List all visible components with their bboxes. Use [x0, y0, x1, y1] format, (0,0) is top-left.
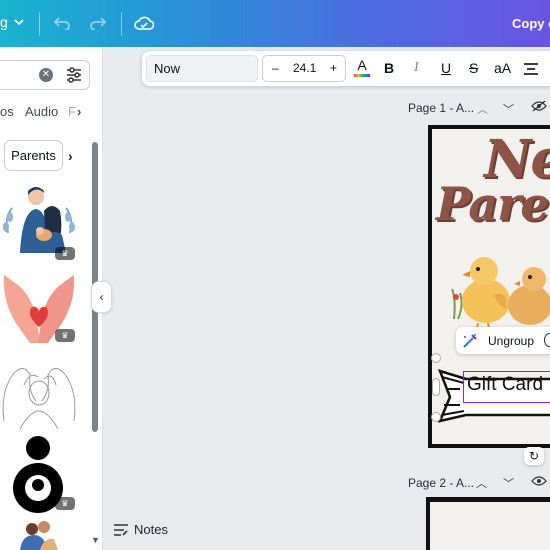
underline-button[interactable]: U — [441, 60, 451, 76]
top-bar: g Copy o — [0, 0, 550, 47]
chicks-illustration[interactable] — [448, 249, 550, 335]
text-color-letter: A — [357, 57, 367, 73]
italic-button[interactable]: I — [414, 60, 419, 76]
font-size-input[interactable]: 24.1 — [293, 61, 316, 75]
clear-search-icon[interactable]: ✕ — [39, 68, 53, 82]
resize-menu[interactable]: g — [0, 14, 24, 30]
scroll-down-icon[interactable]: ▼ — [91, 535, 100, 545]
tab-more[interactable]: F — [68, 104, 76, 119]
filter-icon[interactable] — [64, 65, 84, 85]
divider — [39, 12, 40, 36]
align-center-icon[interactable] — [524, 62, 538, 78]
divider — [121, 12, 122, 36]
resize-menu-label: g — [0, 14, 8, 30]
text-color-swatch — [354, 74, 370, 77]
decrease-font-size-button[interactable]: – — [272, 61, 279, 75]
ungroup-button[interactable]: Ungroup — [456, 327, 550, 354]
graphic-family-partial[interactable] — [14, 517, 64, 550]
design-background — [430, 502, 550, 550]
design-title[interactable]: Copy o — [512, 16, 550, 31]
resize-handle[interactable] — [431, 412, 441, 422]
font-family-select[interactable]: Now — [146, 55, 258, 82]
resize-handle[interactable] — [432, 378, 440, 396]
premium-crown-icon: ♛ — [55, 329, 75, 342]
notes-label: Notes — [134, 522, 168, 537]
resize-handle[interactable] — [431, 353, 441, 363]
rotate-handle-icon[interactable]: ↻ — [524, 447, 544, 465]
chevron-down-icon — [14, 19, 24, 26]
notes-icon — [114, 523, 128, 536]
notes-button[interactable]: Notes — [114, 522, 168, 537]
more-options-icon[interactable] — [544, 333, 550, 347]
gift-card-text[interactable]: Gift Card — [467, 374, 543, 396]
page-1-label[interactable]: Page 1 - A... — [408, 101, 474, 115]
move-page-up-icon[interactable]: ︿ — [476, 475, 487, 491]
elements-panel: ✕ os Audio F › Parents › ♛ ♛ ♛ ▼ — [0, 47, 103, 550]
page-2-canvas[interactable] — [426, 497, 550, 550]
hide-page-icon[interactable] — [531, 100, 547, 115]
bold-button[interactable]: B — [384, 60, 394, 76]
premium-crown-icon: ♛ — [55, 247, 75, 260]
page-2-label[interactable]: Page 2 - A... — [408, 476, 474, 490]
tab-audio[interactable]: Audio — [25, 104, 58, 119]
hide-page-icon[interactable] — [531, 475, 547, 490]
cloud-saved-icon[interactable] — [133, 12, 155, 34]
move-page-up-icon[interactable]: ︿ — [477, 101, 488, 117]
move-page-down-icon[interactable]: ﹀ — [503, 101, 514, 117]
text-color-button[interactable]: A — [354, 57, 370, 77]
redo-icon[interactable] — [87, 12, 109, 34]
premium-crown-icon: ♛ — [55, 497, 75, 510]
graphic-parents-holding-baby[interactable] — [0, 183, 78, 257]
text-toolbar: Now – 24.1 + A B I U S aA — [142, 51, 550, 86]
graphic-line-art-hands[interactable] — [0, 351, 78, 431]
design-title-line-2[interactable]: Pare — [436, 177, 550, 231]
increase-font-size-button[interactable]: + — [330, 61, 337, 75]
font-size-control: – 24.1 + — [262, 55, 346, 82]
tab-videos[interactable]: os — [0, 104, 14, 119]
letter-case-button[interactable]: aA — [494, 60, 511, 76]
ungroup-label: Ungroup — [488, 334, 535, 348]
undo-icon[interactable] — [51, 12, 73, 34]
collapse-panel-button[interactable]: ‹ — [91, 281, 112, 313]
tabs-next-icon[interactable]: › — [77, 104, 81, 119]
move-page-down-icon[interactable]: ﹀ — [503, 475, 514, 491]
chip-next-icon[interactable]: › — [68, 148, 73, 164]
strikethrough-button[interactable]: S — [469, 60, 478, 76]
magic-edit-icon — [463, 334, 477, 348]
filter-chip-parents[interactable]: Parents — [4, 140, 63, 171]
